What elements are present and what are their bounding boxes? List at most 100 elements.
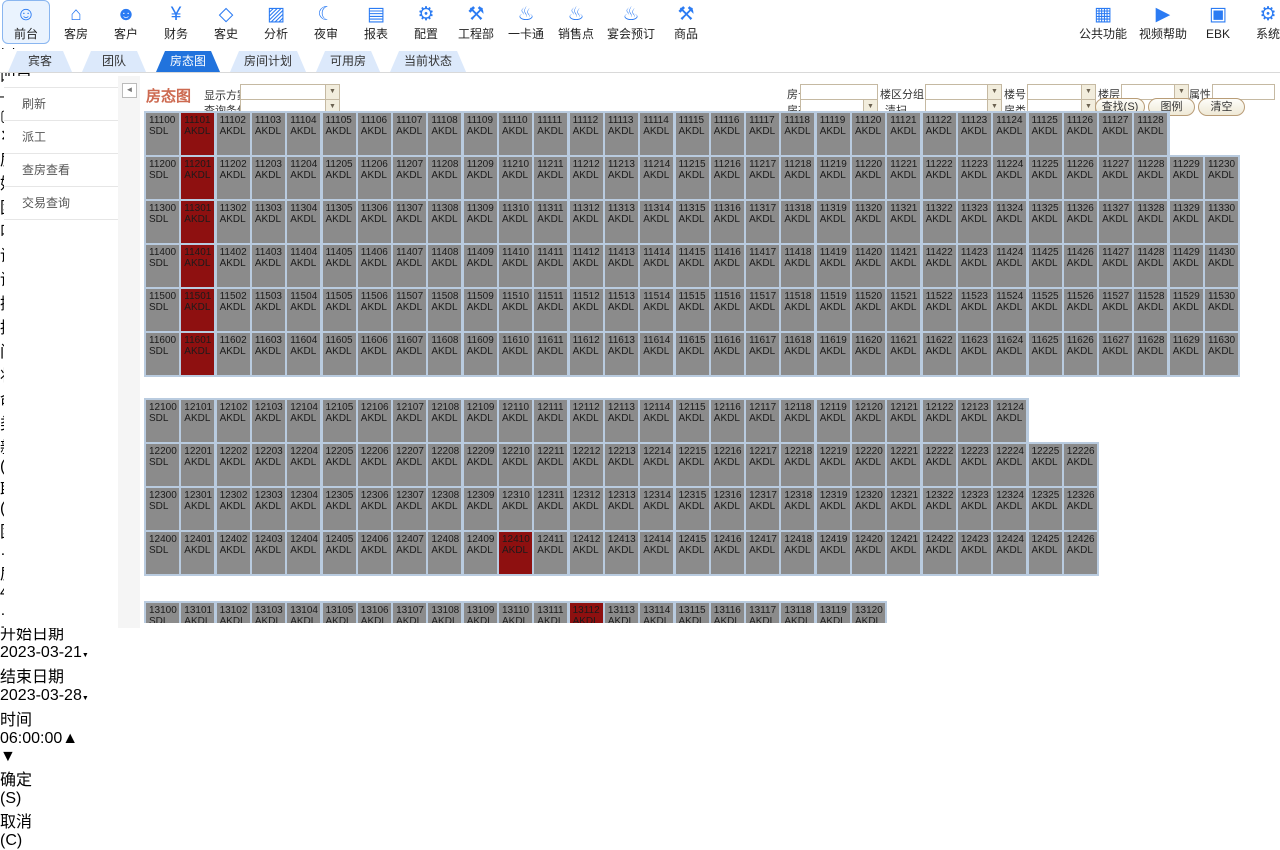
toolbar-item-video-help[interactable]: ▶视频帮助 bbox=[1134, 0, 1192, 44]
room-cell-12121[interactable]: 12121AKDL bbox=[887, 400, 920, 442]
room-cell-11407[interactable]: 11407AKDL bbox=[393, 245, 426, 287]
end-date-select[interactable]: 2023-03-28▼ bbox=[0, 687, 93, 706]
room-cell-11118[interactable]: 11118AKDL bbox=[781, 113, 814, 155]
room-cell-11114[interactable]: 11114AKDL bbox=[640, 113, 673, 155]
room-cell-11600[interactable]: 11600SDL bbox=[146, 333, 179, 375]
room-cell-11120[interactable]: 11120AKDL bbox=[852, 113, 885, 155]
room-cell-11107[interactable]: 11107AKDL bbox=[393, 113, 426, 155]
room-cell-11603[interactable]: 11603AKDL bbox=[252, 333, 285, 375]
room-cell-11105[interactable]: 11105AKDL bbox=[323, 113, 356, 155]
room-cell-11325[interactable]: 11325AKDL bbox=[1029, 201, 1062, 243]
room-cell-11213[interactable]: 11213AKDL bbox=[605, 157, 638, 199]
room-cell-11303[interactable]: 11303AKDL bbox=[252, 201, 285, 243]
room-cell-11217[interactable]: 11217AKDL bbox=[746, 157, 779, 199]
room-cell-12202[interactable]: 12202AKDL bbox=[217, 444, 250, 486]
room-cell-11128[interactable]: 11128AKDL bbox=[1134, 113, 1167, 155]
room-cell-12324[interactable]: 12324AKDL bbox=[993, 488, 1026, 530]
toolbar-item-one-card[interactable]: ♨一卡通 bbox=[502, 0, 550, 44]
room-cell-12215[interactable]: 12215AKDL bbox=[676, 444, 709, 486]
room-cell-11606[interactable]: 11606AKDL bbox=[358, 333, 391, 375]
toolbar-item-public-functions[interactable]: ▦公共功能 bbox=[1074, 0, 1132, 44]
room-cell-12424[interactable]: 12424AKDL bbox=[993, 532, 1026, 574]
room-cell-12326[interactable]: 12326AKDL bbox=[1064, 488, 1097, 530]
room-cell-12321[interactable]: 12321AKDL bbox=[887, 488, 920, 530]
room-cell-12120[interactable]: 12120AKDL bbox=[852, 400, 885, 442]
room-cell-11402[interactable]: 11402AKDL bbox=[217, 245, 250, 287]
room-cell-11627[interactable]: 11627AKDL bbox=[1099, 333, 1132, 375]
room-cell-11200[interactable]: 11200SDL bbox=[146, 157, 179, 199]
room-cell-11218[interactable]: 11218AKDL bbox=[781, 157, 814, 199]
room-cell-12113[interactable]: 12113AKDL bbox=[605, 400, 638, 442]
room-cell-12106[interactable]: 12106AKDL bbox=[358, 400, 391, 442]
room-cell-11300[interactable]: 11300SDL bbox=[146, 201, 179, 243]
room-cell-12204[interactable]: 12204AKDL bbox=[287, 444, 320, 486]
room-cell-11529[interactable]: 11529AKDL bbox=[1170, 289, 1203, 331]
room-cell-12312[interactable]: 12312AKDL bbox=[570, 488, 603, 530]
room-cell-12217[interactable]: 12217AKDL bbox=[746, 444, 779, 486]
room-cell-12302[interactable]: 12302AKDL bbox=[217, 488, 250, 530]
room-cell-13101[interactable]: 13101AKDL bbox=[181, 603, 214, 623]
room-cell-11124[interactable]: 11124AKDL bbox=[993, 113, 1026, 155]
room-cell-11609[interactable]: 11609AKDL bbox=[464, 333, 497, 375]
area-group-select[interactable]: ▼ bbox=[925, 84, 1002, 100]
cancel-button[interactable]: 取消(C) bbox=[0, 808, 50, 850]
room-cell-12218[interactable]: 12218AKDL bbox=[781, 444, 814, 486]
room-cell-12124[interactable]: 12124AKDL bbox=[993, 400, 1026, 442]
room-cell-12119[interactable]: 12119AKDL bbox=[817, 400, 850, 442]
room-cell-11304[interactable]: 11304AKDL bbox=[287, 201, 320, 243]
toolbar-item-system[interactable]: ⚙系统 bbox=[1244, 0, 1280, 44]
room-cell-12319[interactable]: 12319AKDL bbox=[817, 488, 850, 530]
room-cell-11420[interactable]: 11420AKDL bbox=[852, 245, 885, 287]
building-select[interactable]: ▼ bbox=[1027, 84, 1096, 100]
room-cell-11626[interactable]: 11626AKDL bbox=[1064, 333, 1097, 375]
room-cell-11207[interactable]: 11207AKDL bbox=[393, 157, 426, 199]
room-cell-11229[interactable]: 11229AKDL bbox=[1170, 157, 1203, 199]
room-cell-12308[interactable]: 12308AKDL bbox=[428, 488, 461, 530]
room-cell-11503[interactable]: 11503AKDL bbox=[252, 289, 285, 331]
room-cell-11512[interactable]: 11512AKDL bbox=[570, 289, 603, 331]
room-cell-11318[interactable]: 11318AKDL bbox=[781, 201, 814, 243]
room-cell-13109[interactable]: 13109AKDL bbox=[464, 603, 497, 623]
room-cell-11630[interactable]: 11630AKDL bbox=[1205, 333, 1238, 375]
room-cell-11604[interactable]: 11604AKDL bbox=[287, 333, 320, 375]
room-cell-13106[interactable]: 13106AKDL bbox=[358, 603, 391, 623]
room-cell-11302[interactable]: 11302AKDL bbox=[217, 201, 250, 243]
room-cell-11522[interactable]: 11522AKDL bbox=[923, 289, 956, 331]
room-cell-11408[interactable]: 11408AKDL bbox=[428, 245, 461, 287]
tab-4[interactable]: 房间计划 bbox=[230, 51, 306, 72]
room-cell-11211[interactable]: 11211AKDL bbox=[534, 157, 567, 199]
toolbar-item-night-audit[interactable]: ☾夜审 bbox=[302, 0, 350, 44]
room-cell-11104[interactable]: 11104AKDL bbox=[287, 113, 320, 155]
room-cell-12403[interactable]: 12403AKDL bbox=[252, 532, 285, 574]
room-cell-12123[interactable]: 12123AKDL bbox=[958, 400, 991, 442]
room-cell-11307[interactable]: 11307AKDL bbox=[393, 201, 426, 243]
room-cell-11125[interactable]: 11125AKDL bbox=[1029, 113, 1062, 155]
room-cell-11102[interactable]: 11102AKDL bbox=[217, 113, 250, 155]
room-cell-12226[interactable]: 12226AKDL bbox=[1064, 444, 1097, 486]
room-cell-11123[interactable]: 11123AKDL bbox=[958, 113, 991, 155]
room-cell-11415[interactable]: 11415AKDL bbox=[676, 245, 709, 287]
room-cell-11315[interactable]: 11315AKDL bbox=[676, 201, 709, 243]
room-cell-11510[interactable]: 11510AKDL bbox=[499, 289, 532, 331]
room-cell-12211[interactable]: 12211AKDL bbox=[534, 444, 567, 486]
room-cell-13116[interactable]: 13116AKDL bbox=[711, 603, 744, 623]
room-cell-11110[interactable]: 11110AKDL bbox=[499, 113, 532, 155]
room-cell-11115[interactable]: 11115AKDL bbox=[676, 113, 709, 155]
room-cell-12111[interactable]: 12111AKDL bbox=[534, 400, 567, 442]
room-cell-13105[interactable]: 13105AKDL bbox=[323, 603, 356, 623]
room-cell-12112[interactable]: 12112AKDL bbox=[570, 400, 603, 442]
room-cell-13102[interactable]: 13102AKDL bbox=[217, 603, 250, 623]
room-cell-11330[interactable]: 11330AKDL bbox=[1205, 201, 1238, 243]
room-cell-11202[interactable]: 11202AKDL bbox=[217, 157, 250, 199]
room-cell-11619[interactable]: 11619AKDL bbox=[817, 333, 850, 375]
room-cell-12316[interactable]: 12316AKDL bbox=[711, 488, 744, 530]
room-cell-11527[interactable]: 11527AKDL bbox=[1099, 289, 1132, 331]
room-cell-12322[interactable]: 12322AKDL bbox=[923, 488, 956, 530]
room-cell-12421[interactable]: 12421AKDL bbox=[887, 532, 920, 574]
room-cell-11414[interactable]: 11414AKDL bbox=[640, 245, 673, 287]
room-cell-12213[interactable]: 12213AKDL bbox=[605, 444, 638, 486]
room-cell-12207[interactable]: 12207AKDL bbox=[393, 444, 426, 486]
room-cell-12206[interactable]: 12206AKDL bbox=[358, 444, 391, 486]
room-cell-11605[interactable]: 11605AKDL bbox=[323, 333, 356, 375]
room-cell-12309[interactable]: 12309AKDL bbox=[464, 488, 497, 530]
